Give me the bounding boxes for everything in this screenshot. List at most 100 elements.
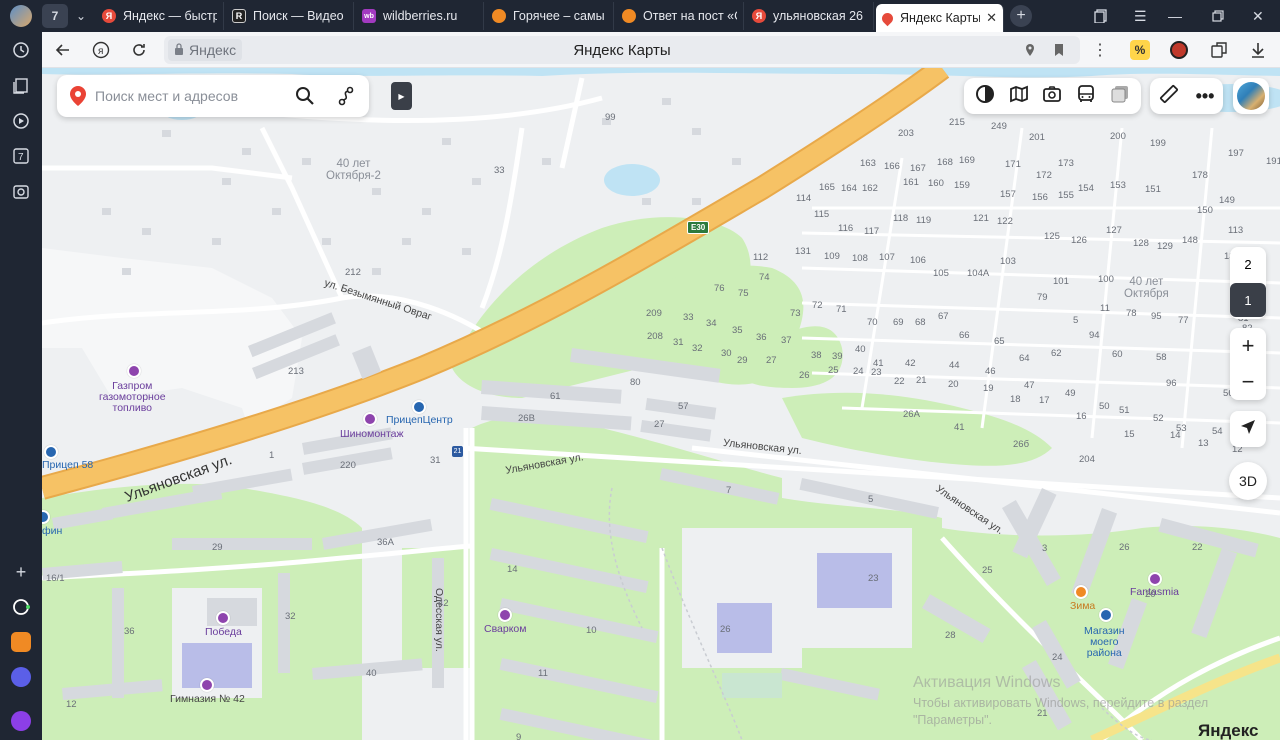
house-number: 62 xyxy=(1051,348,1062,359)
house-number: 64 xyxy=(1019,353,1030,364)
navigation-arrow-icon xyxy=(1239,418,1257,441)
collections-icon[interactable] xyxy=(1094,0,1108,32)
restore-icon[interactable] xyxy=(1212,0,1224,32)
pikabu-favicon-icon xyxy=(492,9,506,23)
video-icon[interactable] xyxy=(11,111,31,131)
extensions-icon[interactable] xyxy=(1210,32,1228,68)
adblock-icon[interactable] xyxy=(1170,32,1188,68)
more-icon[interactable]: ⋮ xyxy=(1092,32,1108,68)
house-number: 26В xyxy=(518,413,535,424)
house-number: 26 xyxy=(799,370,810,381)
zoom-in-icon[interactable]: + xyxy=(1242,328,1255,364)
poi-label-pobeda[interactable]: Победа xyxy=(205,627,242,638)
traffic-layer-icon[interactable] xyxy=(975,84,995,109)
house-number: 172 xyxy=(1036,170,1052,181)
house-number: 57 xyxy=(678,401,689,412)
floor-1-button[interactable]: 1 xyxy=(1230,283,1266,317)
svg-text:7: 7 xyxy=(18,152,24,163)
house-number: 40 xyxy=(366,668,377,679)
entertainment-pin-icon[interactable] xyxy=(1148,572,1162,586)
poi-label-fin[interactable]: фин xyxy=(42,526,62,537)
bookmark-icon[interactable] xyxy=(1054,43,1064,62)
reload-icon[interactable] xyxy=(128,39,150,61)
3d-view-button[interactable]: 3D xyxy=(1229,462,1267,500)
back-icon[interactable] xyxy=(52,39,74,61)
welding-pin-icon[interactable] xyxy=(498,608,512,622)
add-panel-icon[interactable]: + xyxy=(11,562,31,582)
poi-label-magazin[interactable]: Магазин моего района xyxy=(1084,626,1125,659)
bookmarks-icon[interactable] xyxy=(11,76,31,96)
poi-label-zima[interactable]: Зима xyxy=(1070,601,1095,612)
tab-pikabu-answer[interactable]: Ответ на пост «С xyxy=(616,2,744,30)
url-field[interactable]: Яндекс Яндекс Карты xyxy=(164,36,1080,64)
search-icon[interactable] xyxy=(295,86,315,106)
alice-icon[interactable] xyxy=(11,597,31,617)
store-pin-icon[interactable] xyxy=(1074,585,1088,599)
tab-yandex-maps[interactable]: Яндекс Карты ✕ xyxy=(876,4,1004,32)
tab-groups-icon[interactable]: 7 xyxy=(11,146,31,166)
transport-icon[interactable] xyxy=(1076,84,1096,109)
house-number: 50 xyxy=(1099,401,1110,412)
gas-station-pin-icon[interactable] xyxy=(127,364,141,378)
house-number: 204 xyxy=(1079,454,1095,465)
cinema-pin-icon[interactable] xyxy=(216,611,230,625)
user-avatar-button[interactable] xyxy=(1233,78,1269,114)
house-number: 25 xyxy=(982,565,993,576)
locate-me-button[interactable] xyxy=(1230,411,1266,447)
floor-2-button[interactable]: 2 xyxy=(1230,247,1266,281)
map-search-input[interactable] xyxy=(95,88,285,104)
profile-avatar[interactable] xyxy=(10,5,32,27)
minimize-icon[interactable]: — xyxy=(1168,0,1182,32)
house-number: 96 xyxy=(1166,378,1177,389)
house-number: 106 xyxy=(910,255,926,266)
map-type-icon[interactable] xyxy=(1009,84,1029,109)
tab-pikabu-hot[interactable]: Горячее – самы xyxy=(486,2,614,30)
house-number: 169 xyxy=(959,155,975,166)
poi-label-svarkom[interactable]: Сварком xyxy=(484,624,527,635)
grocery-pin-icon[interactable] xyxy=(1099,608,1113,622)
bus-stop-icon[interactable]: 21 xyxy=(452,446,463,457)
messenger-icon[interactable] xyxy=(11,667,31,687)
poi-label-gazprom[interactable]: Газпром газомоторное топливо xyxy=(99,381,166,414)
downloads-icon[interactable] xyxy=(1250,32,1266,68)
more-tools-icon[interactable]: ••• xyxy=(1196,86,1215,107)
tab-label: Яндекс — быстр xyxy=(123,9,217,23)
layers-icon[interactable] xyxy=(1110,84,1130,109)
close-tab-icon[interactable]: ✕ xyxy=(986,10,997,26)
map-canvas[interactable]: E30 Ульяновская ул. Ульяновская ул. Улья… xyxy=(42,68,1280,740)
poi-label-pricep58[interactable]: Прицеп 58 xyxy=(42,460,93,471)
pikabu-sidebar-icon[interactable] xyxy=(11,632,31,652)
tab-yandex[interactable]: Я Яндекс — быстр xyxy=(96,2,224,30)
new-tab-button[interactable]: + xyxy=(1010,5,1032,27)
house-number: 32 xyxy=(285,611,296,622)
shop-pin-icon[interactable] xyxy=(412,400,426,414)
history-icon[interactable] xyxy=(11,40,31,60)
close-window-icon[interactable]: ✕ xyxy=(1252,0,1264,32)
poi-label-pricep[interactable]: ПрицепЦентр xyxy=(386,415,453,426)
location-pin-icon[interactable] xyxy=(1024,43,1036,62)
menu-icon[interactable]: ☰ xyxy=(1134,0,1147,32)
ruler-icon[interactable] xyxy=(1159,84,1179,109)
school-pin-icon[interactable] xyxy=(200,678,214,692)
tab-search-ulyanovskaya[interactable]: Яульяновская 26 г xyxy=(746,2,874,30)
tire-service-pin-icon[interactable] xyxy=(363,412,377,426)
tab-video-search[interactable]: R Поиск — Видео xyxy=(226,2,354,30)
yandex-logo-icon[interactable]: я xyxy=(90,39,112,61)
zoom-out-icon[interactable]: − xyxy=(1242,364,1255,400)
alice-ai-icon[interactable] xyxy=(11,711,31,731)
poi-label-gymnasium[interactable]: Гимназия № 42 xyxy=(170,694,245,705)
house-number: 161 xyxy=(903,177,919,188)
collapse-panel-button[interactable]: ▶ xyxy=(391,82,412,110)
cashback-icon[interactable]: % xyxy=(1130,32,1150,68)
screenshot-icon[interactable] xyxy=(11,182,31,202)
route-icon[interactable] xyxy=(337,86,355,106)
tab-counter-button[interactable]: 7 xyxy=(42,4,68,28)
poi-label-shinomontazh[interactable]: Шиномонтаж xyxy=(340,429,404,440)
tab-list-chevron-icon[interactable]: ⌄ xyxy=(68,4,94,28)
house-number: 171 xyxy=(1005,159,1021,170)
house-number: 115 xyxy=(814,209,830,220)
panorama-icon[interactable] xyxy=(1042,84,1062,109)
tab-wildberries[interactable]: wb wildberries.ru xyxy=(356,2,484,30)
shop-pin-icon-2[interactable] xyxy=(44,445,58,459)
map-search-box xyxy=(57,75,369,117)
